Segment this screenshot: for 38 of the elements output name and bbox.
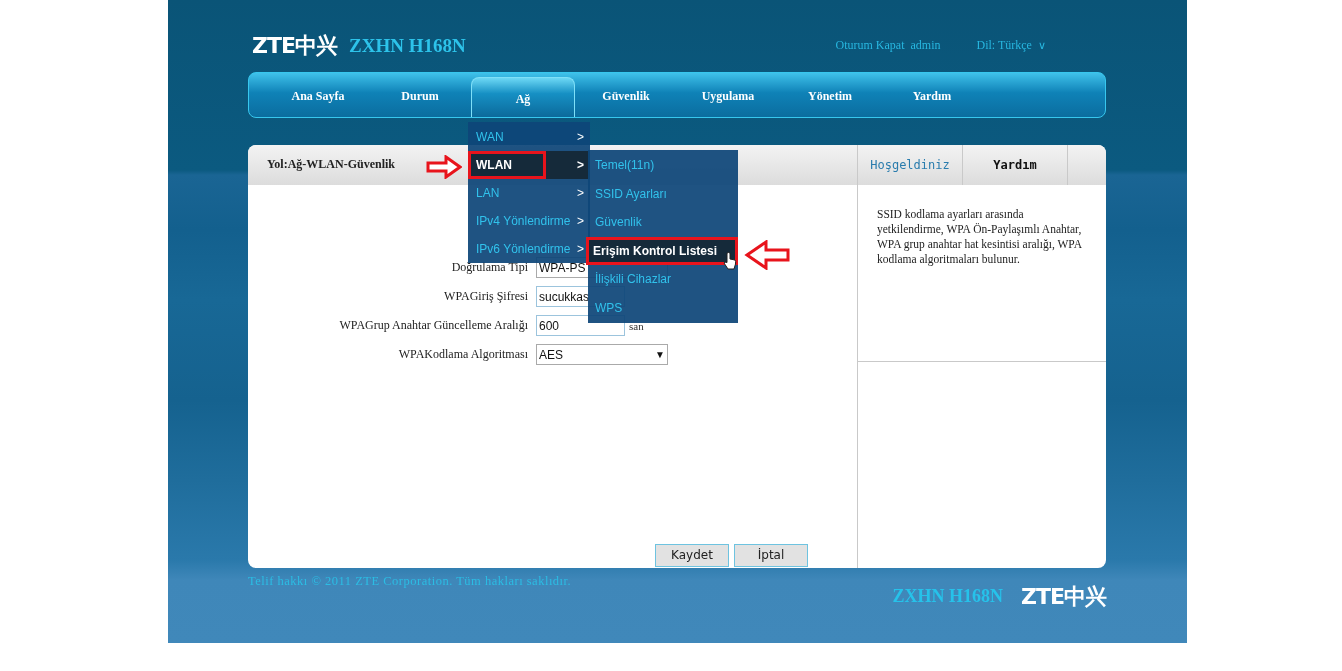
select-field[interactable]: AES ▼ [536, 344, 668, 366]
nav-tab[interactable]: Yönetim [779, 72, 881, 117]
help-tab[interactable]: Yardım [963, 144, 1068, 185]
nav-tab[interactable]: Yardım [881, 72, 983, 117]
menu-item[interactable]: IPv4 Yönlendirme > [468, 207, 590, 235]
unit-label: san [629, 319, 644, 332]
field-label: Doğrulama Tipi [450, 260, 528, 276]
nav-tab[interactable]: Ağ [471, 76, 575, 117]
nav-tab[interactable]: Uygulama [677, 72, 779, 117]
submenu-item[interactable]: SSID Ayarları [588, 179, 738, 208]
nav-tab[interactable]: Durum [369, 72, 471, 117]
breadcrumb: Yol:Ağ-WLAN-Güvenlik [267, 157, 395, 173]
menu-item[interactable]: WLAN > [468, 151, 590, 179]
language-selector[interactable]: Dil: Türkçe [976, 38, 1032, 54]
arrow-icon [744, 240, 790, 270]
help-text: SSID kodlama ayarları arasında yetkilendirme, WPA Ön-Paylaşımlı Anahtar, WPA grup anahtar hat kesintisi aralığı, WPA kodlama algoritmaları bulunur. [877, 206, 1082, 267]
help-tab[interactable]: Hoşgeldiniz [858, 144, 963, 185]
caret-icon: ∨ [1037, 39, 1046, 53]
model-name: ZXHN H168N [349, 34, 466, 57]
logout-link[interactable]: Oturum Kapat [835, 38, 905, 54]
field-label: WPAKodlama Algoritması [397, 347, 528, 363]
arrow-icon [426, 155, 462, 179]
hand-cursor-icon [723, 252, 737, 270]
form-button[interactable]: İptal [734, 543, 808, 567]
username: admin [910, 38, 941, 54]
zte-logo: ZTE中兴 [1021, 582, 1106, 611]
model-name: ZXHN H168N [892, 585, 1003, 607]
submenu-item[interactable]: Erişim Kontrol Listesi [586, 236, 738, 265]
menu-item[interactable]: LAN > [468, 179, 590, 207]
field-label: WPAGiriş Şifresi [443, 289, 528, 305]
nav-tab[interactable]: Ana Sayfa [267, 72, 369, 117]
zte-logo: ZTE中兴 [252, 31, 337, 60]
menu-item[interactable]: WAN > [468, 123, 590, 151]
form-button[interactable]: Kaydet [655, 543, 729, 567]
field-label: WPAGrup Anahtar Güncelleme Aralığı [338, 318, 528, 334]
nav-tab[interactable]: Güvenlik [575, 72, 677, 117]
submenu-item[interactable]: Temel(11n) [588, 151, 738, 180]
submenu-item[interactable]: Güvenlik [588, 208, 738, 237]
